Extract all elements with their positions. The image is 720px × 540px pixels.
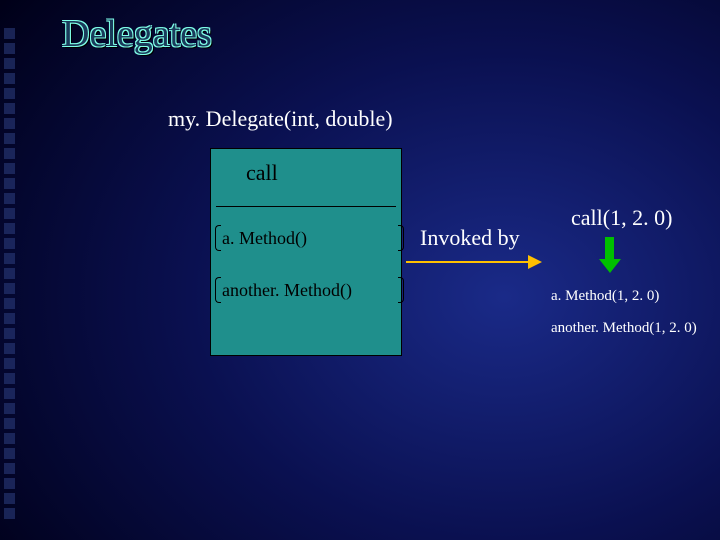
invocation-arrow-line [406,261,530,263]
method-2-brace-left [215,277,221,303]
down-arrow-stem [605,237,614,261]
delegate-signature-label: my. Delegate(int, double) [168,106,393,132]
method-2-label: another. Method() [222,280,352,301]
decorative-squares-strip [0,0,20,540]
method-1-brace-right [398,225,404,251]
down-arrow-head-icon [599,259,621,273]
invocation-result-2: another. Method(1, 2. 0) [551,320,697,337]
method-1-label: a. Method() [222,228,307,249]
invocation-arrow-head-icon [528,255,542,269]
invoked-by-label: Invoked by [420,225,520,251]
invocation-result-1: a. Method(1, 2. 0) [551,288,659,305]
call-label: call [246,160,278,186]
method-1-brace-left [215,225,221,251]
slide-title: Delegates [62,12,212,56]
delegate-object-box [210,148,402,356]
call-invocation-label: call(1, 2. 0) [571,205,672,231]
box-divider [216,206,396,207]
method-2-brace-right [398,277,404,303]
